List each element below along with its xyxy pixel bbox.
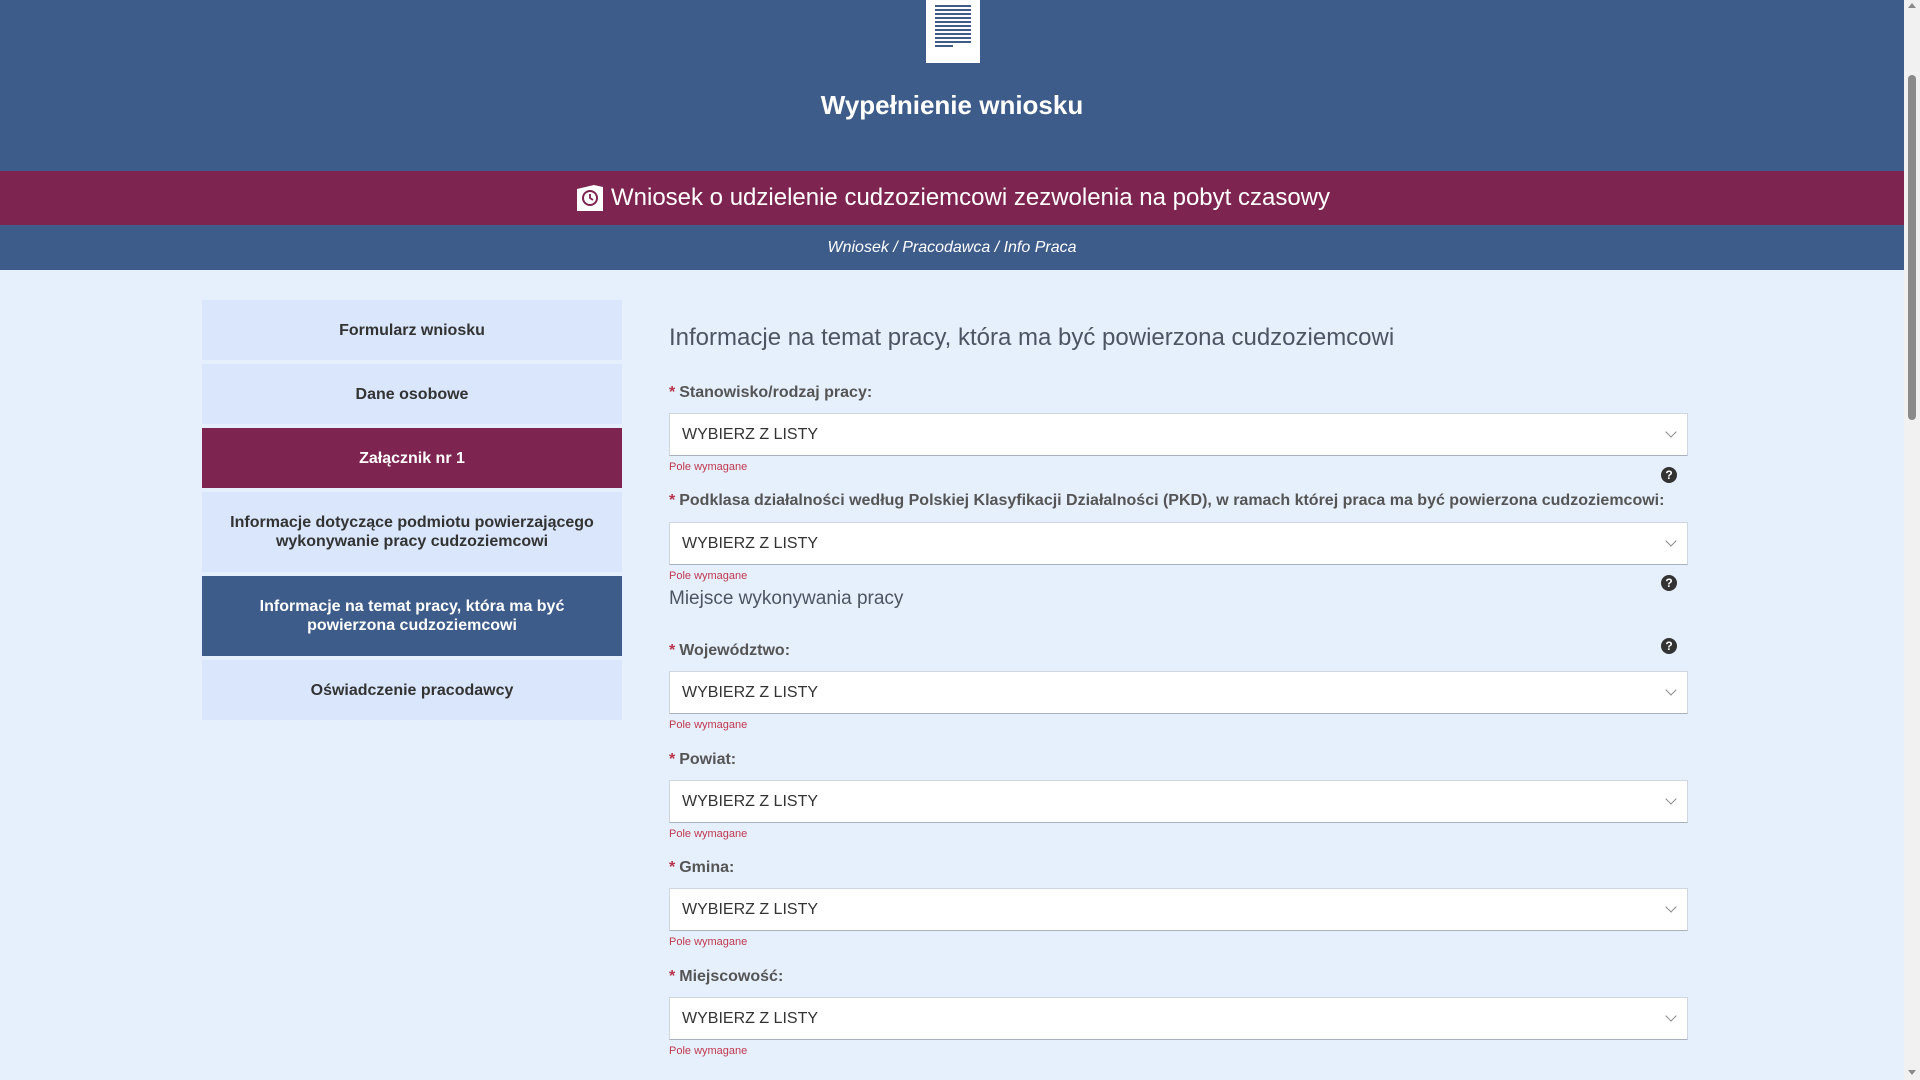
error-message: Pole wymagane	[669, 936, 748, 948]
chevron-down-icon	[1665, 684, 1677, 696]
page-title: Wypełnienie wniosku	[820, 90, 1084, 120]
field-label-pkd: * Podklasa działalności według Polskiej K…	[669, 492, 1665, 509]
required-marker: *	[669, 859, 676, 876]
sidebar-item-dane-osobowe[interactable]: Dane osobowe	[202, 364, 622, 424]
scrollbar-thumb[interactable]	[1908, 75, 1916, 420]
pkd-select[interactable]: WYBIERZ Z LISTY	[669, 522, 1688, 565]
scroll-up-arrow-icon[interactable]	[1908, 3, 1916, 8]
required-marker: *	[669, 384, 676, 401]
scroll-down-arrow-icon[interactable]	[1908, 1070, 1916, 1075]
miejscowosc-select[interactable]: WYBIERZ Z LISTY	[669, 997, 1688, 1040]
required-marker: *	[669, 968, 676, 985]
required-marker: *	[669, 751, 676, 768]
chevron-down-icon	[1665, 1010, 1677, 1022]
breadcrumb: Wniosek / Pracodawca / Info Praca	[0, 225, 1904, 270]
wojewodztwo-select[interactable]: WYBIERZ Z LISTY	[669, 671, 1688, 714]
application-title: Wniosek o udzielenie cudzoziemcowi zezwo…	[610, 184, 1331, 211]
sidebar-item-zalacznik[interactable]: Załącznik nr 1	[202, 428, 622, 488]
error-message: Pole wymagane	[669, 570, 748, 582]
help-icon[interactable]: ?	[1661, 575, 1677, 591]
field-label-gmina: * Gmina:	[669, 859, 735, 876]
sidebar-item-info-praca[interactable]: Informacje na temat pracy, która ma być …	[202, 576, 622, 656]
help-icon[interactable]: ?	[1661, 638, 1677, 654]
page-header: Wypełnienie wniosku	[0, 0, 1904, 171]
field-label-stanowisko: * Stanowisko/rodzaj pracy:	[669, 384, 873, 401]
clock-icon	[576, 185, 603, 211]
section-title: Informacje na temat pracy, która ma być …	[669, 324, 1395, 351]
chevron-down-icon	[1665, 901, 1677, 913]
field-label-wojewodztwo: * Województwo:	[669, 642, 791, 659]
required-marker: *	[669, 492, 676, 509]
sidebar-item-oswiadczenie[interactable]: Oświadczenie pracodawcy	[202, 660, 622, 720]
gmina-select[interactable]: WYBIERZ Z LISTY	[669, 888, 1688, 931]
error-message: Pole wymagane	[669, 1045, 748, 1057]
chevron-down-icon	[1665, 793, 1677, 805]
chevron-down-icon	[1665, 426, 1677, 438]
document-icon	[926, 0, 980, 63]
sidebar-nav: Formularz wniosku Dane osobowe Załącznik…	[202, 300, 622, 724]
error-message: Pole wymagane	[669, 719, 748, 731]
vertical-scrollbar[interactable]	[1904, 0, 1920, 1080]
application-banner: Wniosek o udzielenie cudzoziemcowi zezwo…	[0, 171, 1904, 225]
field-label-powiat: * Powiat:	[669, 751, 737, 768]
stanowisko-select[interactable]: WYBIERZ Z LISTY	[669, 413, 1688, 456]
error-message: Pole wymagane	[669, 828, 748, 840]
field-label-miejscowosc: * Miejscowość:	[669, 968, 784, 985]
error-message: Pole wymagane	[669, 461, 748, 473]
sidebar-item-podmiot[interactable]: Informacje dotyczące podmiotu powierzają…	[202, 492, 622, 572]
help-icon[interactable]: ?	[1661, 467, 1677, 483]
chevron-down-icon	[1665, 535, 1677, 547]
required-marker: *	[669, 642, 676, 659]
powiat-select[interactable]: WYBIERZ Z LISTY	[669, 780, 1688, 823]
subsection-title: Miejsce wykonywania pracy	[669, 588, 904, 609]
sidebar-item-formularz[interactable]: Formularz wniosku	[202, 300, 622, 360]
